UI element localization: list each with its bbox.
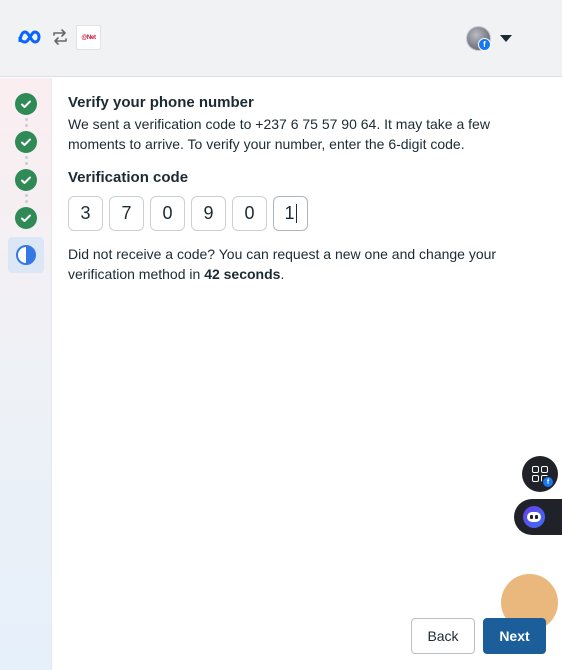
code-digit-6[interactable]: 1	[273, 196, 308, 231]
step-connector	[24, 118, 28, 130]
code-digit-3[interactable]: 0	[150, 196, 185, 231]
caret-down-icon[interactable]	[500, 35, 512, 42]
resend-notice: Did not receive a code? You can request …	[68, 246, 497, 282]
code-digit-2[interactable]: 7	[109, 196, 144, 231]
facebook-icon: f	[478, 38, 491, 51]
text-cursor	[295, 204, 297, 223]
code-digit-4[interactable]: 9	[191, 196, 226, 231]
progress-sidebar	[0, 78, 52, 670]
meta-logo-icon[interactable]	[17, 27, 45, 49]
step-complete-4	[15, 207, 37, 229]
step-connector	[24, 194, 28, 206]
assistant-button[interactable]	[514, 499, 562, 535]
business-logo[interactable]: @Net	[76, 25, 101, 50]
check-icon	[21, 214, 31, 222]
verify-phone-panel: Verify your phone number We sent a verif…	[68, 94, 538, 284]
code-digit-1[interactable]: 3	[68, 196, 103, 231]
next-button[interactable]: Next	[483, 618, 546, 654]
assistant-bot-icon	[523, 506, 545, 528]
apps-button[interactable]: f	[522, 456, 558, 492]
code-input-row: 3 7 0 9 0 1	[68, 196, 538, 231]
swap-arrows-icon[interactable]	[51, 28, 69, 46]
check-icon	[21, 138, 31, 146]
top-header: @Net f	[0, 0, 562, 77]
step-connector	[24, 156, 28, 168]
facebook-icon: f	[542, 476, 554, 488]
resend-countdown: 42 seconds	[204, 266, 281, 282]
back-button[interactable]: Back	[411, 618, 475, 654]
code-label: Verification code	[68, 169, 189, 186]
verification-description: We sent a verification code to +237 6 75…	[68, 116, 490, 152]
step-complete-2	[15, 131, 37, 153]
check-icon	[21, 176, 31, 184]
check-icon	[21, 100, 31, 108]
half-circle-icon	[16, 245, 36, 265]
step-current	[8, 237, 44, 273]
page-title: Verify your phone number	[68, 94, 254, 111]
code-digit-5[interactable]: 0	[232, 196, 267, 231]
step-complete-3	[15, 169, 37, 191]
step-complete-1	[15, 93, 37, 115]
